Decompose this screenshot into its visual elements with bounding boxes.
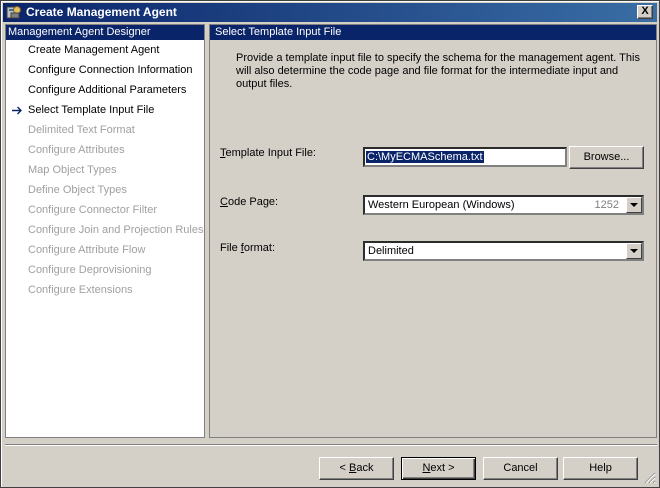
- template-input-file-value: C:\MyECMASchema.txt: [366, 151, 484, 163]
- step-configure-deprovisioning: Configure Deprovisioning: [6, 260, 204, 280]
- file-format-select[interactable]: Delimited: [363, 241, 644, 261]
- step-configure-connector-filter: Configure Connector Filter: [6, 200, 204, 220]
- label-mnemonic: C: [220, 196, 228, 208]
- chevron-down-icon[interactable]: [626, 197, 642, 213]
- button-label: Cancel: [503, 462, 538, 474]
- step-label: Create Management Agent: [28, 44, 160, 56]
- step-label: Configure Additional Parameters: [28, 84, 187, 96]
- agent-wizard-icon: [6, 6, 21, 19]
- file-format-label: File format:: [220, 242, 275, 254]
- step-label: Configure Extensions: [28, 284, 133, 296]
- label-text: File: [220, 242, 241, 254]
- title-bar[interactable]: Create Management Agent X: [3, 3, 657, 22]
- label-text: emplate Input File:: [225, 147, 317, 159]
- code-page-select[interactable]: Western European (Windows) 1252: [363, 195, 644, 215]
- step-label: Configure Connection Information: [28, 64, 193, 76]
- template-input-file-field[interactable]: C:\MyECMASchema.txt: [363, 147, 567, 167]
- button-label: ack: [356, 462, 374, 474]
- resize-grip-icon[interactable]: [644, 472, 656, 484]
- code-page-label: Code Page:: [220, 196, 278, 208]
- wizard-steps-header: Management Agent Designer: [6, 25, 204, 40]
- label-text: ode Page:: [227, 196, 279, 208]
- code-page-number: 1252: [594, 199, 619, 211]
- step-configure-join-and-projection-rules: Configure Join and Projection Rules: [6, 220, 204, 240]
- wizard-steps-list: Create Management Agent Configure Connec…: [6, 40, 204, 300]
- code-page-value: Western European (Windows): [368, 199, 515, 211]
- step-label: Delimited Text Format: [28, 124, 135, 136]
- wizard-steps-panel: Management Agent Designer Create Managem…: [5, 24, 205, 438]
- browse-button[interactable]: Browse...: [569, 146, 644, 169]
- template-input-file-label: Template Input File:: [220, 147, 316, 159]
- step-configure-attribute-flow: Configure Attribute Flow: [6, 240, 204, 260]
- label-text: ormat:: [243, 242, 276, 254]
- step-configure-additional-parameters[interactable]: Configure Additional Parameters: [6, 80, 204, 100]
- step-map-object-types: Map Object Types: [6, 160, 204, 180]
- step-configure-extensions: Configure Extensions: [6, 280, 204, 300]
- back-button[interactable]: < Back: [319, 457, 394, 480]
- step-label: Map Object Types: [28, 164, 117, 176]
- step-description: Provide a template input file to specify…: [236, 52, 640, 90]
- browse-button-label: Browse...: [583, 151, 630, 163]
- step-label: Define Object Types: [28, 184, 127, 196]
- step-configure-attributes: Configure Attributes: [6, 140, 204, 160]
- step-create-management-agent[interactable]: Create Management Agent: [6, 40, 204, 60]
- next-button[interactable]: Next >: [401, 457, 476, 480]
- step-label: Configure Deprovisioning: [28, 264, 152, 276]
- step-label: Configure Attributes: [28, 144, 125, 156]
- step-content-header: Select Template Input File: [210, 25, 656, 40]
- arrow-right-icon: [12, 106, 22, 115]
- step-label: Configure Attribute Flow: [28, 244, 146, 256]
- step-label: Select Template Input File: [28, 104, 155, 116]
- step-configure-connection-information[interactable]: Configure Connection Information: [6, 60, 204, 80]
- window-title: Create Management Agent: [26, 5, 177, 19]
- button-label: ext >: [430, 462, 455, 474]
- step-define-object-types: Define Object Types: [6, 180, 204, 200]
- create-management-agent-window: Create Management Agent X Management Age…: [0, 0, 660, 488]
- cancel-button[interactable]: Cancel: [483, 457, 558, 480]
- button-label: Help: [589, 462, 612, 474]
- footer-separator: [5, 444, 657, 446]
- step-label: Configure Connector Filter: [28, 204, 158, 216]
- step-content-panel: Select Template Input File Provide a tem…: [209, 24, 657, 438]
- step-delimited-text-format: Delimited Text Format: [6, 120, 204, 140]
- help-button[interactable]: Help: [563, 457, 638, 480]
- button-label: <: [339, 462, 349, 474]
- chevron-down-icon[interactable]: [626, 243, 642, 259]
- close-button[interactable]: X: [637, 5, 653, 19]
- step-select-template-input-file[interactable]: Select Template Input File: [6, 100, 204, 120]
- step-label: Configure Join and Projection Rules: [28, 224, 204, 236]
- file-format-value: Delimited: [368, 245, 414, 257]
